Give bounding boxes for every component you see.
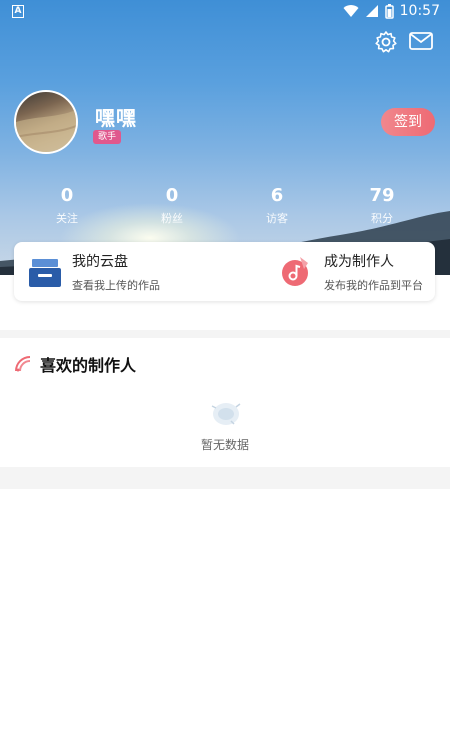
section-divider — [0, 467, 450, 489]
stat-visitors[interactable]: 6 访客 — [237, 186, 317, 226]
role-badge: 歌手 — [93, 130, 122, 144]
stat-points[interactable]: 79 积分 — [342, 186, 422, 226]
wifi-icon — [343, 5, 359, 18]
notification-a-icon: A — [12, 5, 24, 18]
my-cloud-entry[interactable]: 我的云盘 查看我上传的作品 — [28, 242, 160, 301]
favorites-title: 喜欢的制作人 — [40, 356, 137, 375]
section-divider — [0, 330, 450, 338]
battery-icon — [384, 3, 394, 19]
cloud-title: 我的云盘 — [72, 253, 128, 270]
signal-arc-icon — [15, 356, 31, 372]
stat-following[interactable]: 0 关注 — [27, 186, 107, 226]
stat-followers[interactable]: 0 粉丝 — [132, 186, 212, 226]
settings-button[interactable] — [374, 30, 400, 54]
username: 嘿嘿 — [95, 106, 137, 130]
empty-state-text: 暂无数据 — [200, 438, 249, 452]
cloud-subtitle: 查看我上传的作品 — [72, 278, 160, 292]
status-bar: A 10:57 — [0, 0, 450, 24]
status-time: 10:57 — [399, 3, 440, 19]
signal-icon — [365, 5, 378, 17]
empty-state-icon — [211, 403, 241, 425]
signin-button[interactable]: 签到 — [381, 108, 435, 136]
stat-value: 0 — [165, 185, 179, 206]
stat-value: 6 — [270, 185, 284, 206]
messages-button[interactable] — [408, 30, 434, 54]
mail-icon — [409, 32, 433, 50]
stat-label: 粉丝 — [161, 212, 183, 225]
creator-title: 成为制作人 — [324, 253, 394, 270]
stat-label: 关注 — [56, 212, 78, 225]
cloud-drive-icon — [28, 255, 62, 289]
music-note-icon — [280, 255, 314, 289]
avatar[interactable] — [14, 90, 78, 154]
creator-subtitle: 发布我的作品到平台 — [324, 278, 423, 292]
avatar-image — [16, 110, 76, 152]
stat-value: 79 — [369, 185, 395, 206]
become-creator-entry[interactable]: 成为制作人 发布我的作品到平台 — [280, 242, 423, 301]
stat-value: 0 — [60, 185, 74, 206]
stat-label: 访客 — [266, 212, 288, 225]
quick-actions-card: 我的云盘 查看我上传的作品 成为制作人 发布我的作品到平台 — [14, 242, 435, 301]
gear-icon — [375, 31, 397, 53]
favorites-header: 喜欢的制作人 — [14, 352, 136, 376]
stat-label: 积分 — [371, 212, 393, 225]
